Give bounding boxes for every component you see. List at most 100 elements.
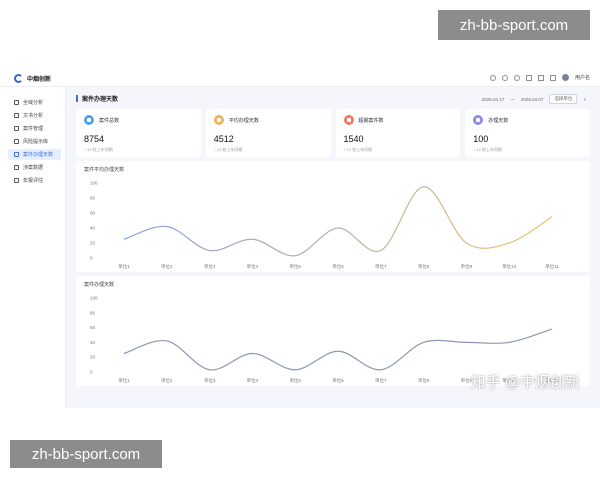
stat-label: 办理天数 — [488, 117, 509, 124]
logo[interactable]: 中烟创新 — [14, 74, 51, 83]
stat-change: ↑ 12 较上年同期 — [84, 147, 113, 152]
logo-text: 中烟创新 — [27, 77, 52, 83]
y-tick-label: 60 — [90, 211, 96, 216]
x-tick-label: 单位5 — [289, 377, 301, 384]
stat-value: 4512 — [213, 134, 234, 144]
title-accent — [76, 94, 78, 102]
x-tick-label: 单位1 — [118, 263, 130, 270]
x-tick-label: 单位7 — [375, 377, 387, 384]
watermark-top: zh-bb-sport.com — [438, 10, 590, 40]
page-title: 案件办理天数 — [82, 96, 119, 103]
message-icon[interactable] — [537, 74, 544, 81]
x-tick-label: 单位8 — [418, 377, 430, 384]
stat-change: ↓ 12 较上年同期 — [473, 147, 502, 152]
user-name[interactable]: 用户名 — [575, 74, 590, 81]
stat-head: 案件总数 — [84, 115, 193, 125]
sidebar-item-label: 涉案数据 — [23, 165, 44, 171]
main-content: 案件办理天数 2025.04.17 — 2026.04.07 选择单位 × 案件… — [70, 87, 596, 408]
stat-card: 办理天数 100 ↓ 12 较上年同期 — [465, 109, 590, 157]
x-tick-label: 单位9 — [461, 263, 473, 270]
stat-label: 平均办理天数 — [228, 117, 259, 124]
stat-head: 办理天数 — [473, 115, 582, 125]
line-chart-days: 100806040200单位1 单位2 单位3 单位4 单位5 单位6 单位7 单位8 单位9 单… — [90, 296, 559, 385]
menu-icon — [14, 178, 19, 183]
stat-value: 8754 — [84, 134, 105, 144]
stat-head: 平均办理天数 — [213, 115, 323, 125]
menu-icon — [14, 113, 19, 118]
unit-select[interactable]: 选择单位 — [549, 94, 578, 104]
y-tick-label: 0 — [90, 370, 93, 375]
stat-icon — [473, 115, 484, 125]
sidebar-item[interactable]: 案件管理 — [8, 123, 61, 134]
grid-icon[interactable] — [525, 74, 532, 81]
stat-card: 案件总数 8754 ↑ 12 较上年同期 — [76, 109, 201, 157]
toolbar-right: 用户名 — [489, 74, 590, 81]
sidebar-item[interactable]: 年报评估 — [8, 175, 61, 186]
chart-card-avg-days: 案件平均办理天数 100 80 60 40 20 0 单位1 单位2 单位3 单位4 单位5 单位6 单… — [76, 161, 590, 272]
search-icon[interactable] — [489, 74, 496, 81]
x-tick-label: 单位4 — [247, 377, 259, 384]
stat-icon — [213, 115, 224, 125]
bell-icon[interactable] — [513, 74, 520, 81]
logo-icon — [14, 74, 23, 83]
watermark-bottom: zh-bb-sport.com — [10, 440, 162, 468]
x-tick-label: 单位6 — [332, 263, 344, 270]
x-tick-label: 单位4 — [247, 263, 259, 270]
x-tick-label: 单位3 — [204, 377, 216, 384]
x-tick-label: 单位1 — [118, 377, 130, 384]
fullscreen-icon[interactable] — [549, 74, 556, 81]
y-tick-label: 80 — [90, 196, 96, 201]
menu-icon — [14, 165, 19, 170]
x-tick-label: 单位10 — [502, 263, 517, 270]
y-tick-label: 80 — [90, 310, 96, 315]
sidebar-item[interactable]: 涉案数据 — [8, 162, 61, 173]
y-tick-label: 20 — [90, 241, 96, 246]
stat-icon — [84, 115, 94, 125]
dashboard-window: 中烟创新 用户名 全域分析 文书分析 案件管理 风险提示库 案件办理天数 涉案数据 年报评估… — [0, 71, 600, 408]
sidebar-item-label: 案件管理 — [23, 126, 44, 132]
date-separator: — — [510, 96, 515, 102]
sidebar-item[interactable]: 案件办理天数 — [8, 149, 61, 160]
stat-label: 超期案件数 — [358, 117, 384, 124]
y-tick-label: 100 — [90, 181, 98, 186]
chart-card-days: 案件办理天数 100 80 60 40 20 0 单位1 单位2 单位3 单位4 单位5 单位6 单位7… — [76, 276, 590, 386]
avatar[interactable] — [561, 74, 569, 81]
sidebar: 全域分析文书分析案件管理风险提示库案件办理天数 涉案数据年报评估 — [0, 87, 66, 408]
series-line — [123, 186, 553, 257]
x-tick-label: 单位3 — [204, 263, 216, 270]
x-tick-label: 单位2 — [161, 263, 173, 270]
settings-icon[interactable] — [501, 74, 508, 81]
sidebar-item-label: 年报评估 — [23, 178, 44, 184]
x-tick-label: 单位8 — [418, 263, 430, 270]
y-tick-label: 60 — [90, 325, 96, 330]
stat-card: 平均办理天数 4512 ↑ 12 较上年同期 — [205, 109, 331, 157]
date-start[interactable]: 2025.04.17 — [482, 97, 505, 102]
x-tick-label: 单位7 — [375, 263, 387, 270]
sidebar-item[interactable]: 文书分析 — [8, 110, 61, 121]
page-header: 案件办理天数 2025.04.17 — 2026.04.07 选择单位 × — [70, 87, 596, 109]
y-tick-label: 20 — [90, 355, 96, 360]
stat-value: 100 — [473, 134, 489, 144]
x-tick-label: 单位11 — [545, 263, 559, 270]
stat-icon — [343, 115, 354, 125]
sidebar-item[interactable]: 风险提示库 — [8, 136, 61, 147]
x-tick-label: 单位2 — [161, 377, 173, 384]
line-chart-avg-days: 100 80 60 40 20 0 单位1 单位2 单位3 单位4 单位5 单位6 单位7 单位8 单位9 单… — [90, 181, 559, 271]
stat-change: ↑ 12 较上年同期 — [343, 147, 373, 152]
close-icon[interactable]: × — [583, 97, 586, 102]
y-tick-label: 40 — [90, 226, 96, 231]
sidebar-item[interactable]: 全域分析 — [8, 97, 61, 108]
sidebar-item-label: 风险提示库 — [23, 139, 49, 145]
menu-icon — [14, 126, 19, 131]
sidebar-item-label: 文书分析 — [23, 113, 44, 119]
stat-head: 超期案件数 — [343, 115, 453, 125]
stat-label: 案件总数 — [99, 117, 120, 124]
menu-icon — [14, 100, 19, 105]
menu-icon — [14, 139, 19, 144]
sidebar-item-label: 案件办理天数 — [23, 152, 54, 158]
y-tick-label: 100 — [90, 296, 98, 301]
filters: 2025.04.17 — 2026.04.07 选择单位 × — [482, 94, 586, 104]
y-tick-label: 40 — [90, 340, 96, 345]
x-tick-label: 单位5 — [289, 263, 301, 270]
date-end[interactable]: 2026.04.07 — [521, 97, 544, 102]
